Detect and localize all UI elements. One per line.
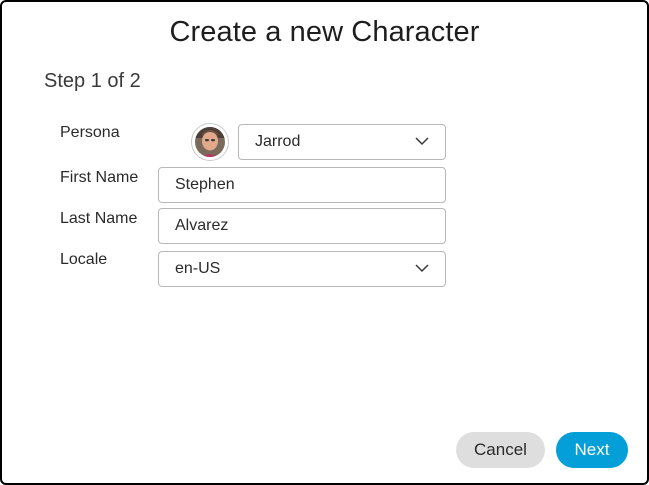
locale-select-value: en-US [175, 260, 221, 277]
last-name-value: Alvarez [175, 217, 229, 234]
first-name-label: First Name [60, 169, 139, 186]
next-button[interactable]: Next [556, 432, 628, 468]
persona-label: Persona [60, 124, 120, 141]
create-character-dialog: Create a new Character Step 1 of 2 Perso… [0, 0, 649, 485]
chevron-down-icon [415, 137, 429, 146]
locale-select[interactable]: en-US [158, 251, 446, 287]
chevron-down-icon [415, 264, 429, 273]
persona-select[interactable]: Jarrod [238, 124, 446, 160]
user-avatar-icon [195, 127, 225, 157]
locale-label: Locale [60, 251, 108, 268]
dialog-title: Create a new Character [169, 16, 480, 48]
first-name-value: Stephen [175, 176, 235, 193]
persona-select-value: Jarrod [255, 133, 301, 150]
persona-avatar [191, 123, 229, 161]
last-name-label: Last Name [60, 210, 138, 227]
first-name-field[interactable]: Stephen [158, 167, 446, 203]
cancel-button[interactable]: Cancel [456, 432, 545, 468]
last-name-field[interactable]: Alvarez [158, 208, 446, 244]
step-indicator: Step 1 of 2 [44, 70, 141, 92]
